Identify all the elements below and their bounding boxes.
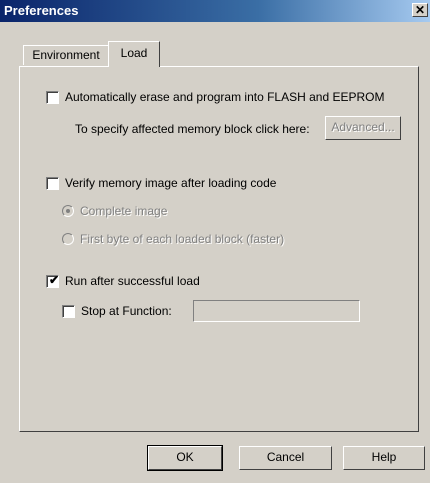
- verify-label: Verify memory image after loading code: [65, 176, 277, 190]
- close-icon: ✕: [414, 3, 426, 17]
- help-button[interactable]: Help: [343, 446, 425, 470]
- tab-load[interactable]: Load: [108, 41, 160, 67]
- close-button[interactable]: ✕: [412, 3, 428, 17]
- radio-complete-image[interactable]: [62, 205, 74, 217]
- preferences-dialog: Preferences ✕ Environment Load Automatic…: [0, 0, 430, 483]
- tab-environment-label: Environment: [32, 48, 100, 62]
- advanced-button[interactable]: Advanced...: [325, 116, 401, 140]
- auto-erase-checkbox[interactable]: [46, 91, 59, 104]
- auto-erase-label: Automatically erase and program into FLA…: [65, 90, 385, 104]
- ok-button[interactable]: OK: [147, 445, 223, 471]
- run-after-load-label: Run after successful load: [65, 274, 200, 288]
- tab-load-label: Load: [120, 46, 148, 60]
- verify-checkbox[interactable]: [46, 177, 59, 190]
- stop-function-input[interactable]: [193, 300, 360, 322]
- radio-first-byte[interactable]: [62, 233, 74, 245]
- stop-at-function-checkbox[interactable]: [62, 305, 75, 318]
- radio-first-byte-label: First byte of each loaded block (faster): [80, 232, 285, 246]
- window-title: Preferences: [4, 3, 79, 18]
- run-after-load-checkbox[interactable]: ✔: [46, 273, 60, 288]
- title-bar[interactable]: Preferences ✕: [0, 0, 430, 22]
- tab-environment[interactable]: Environment: [23, 45, 109, 65]
- checkmark-icon: ✔: [49, 273, 60, 287]
- memory-block-hint: To specify affected memory block click h…: [75, 122, 310, 136]
- radio-complete-image-label: Complete image: [80, 204, 168, 218]
- cancel-button[interactable]: Cancel: [239, 446, 332, 470]
- stop-at-function-label: Stop at Function:: [81, 304, 172, 318]
